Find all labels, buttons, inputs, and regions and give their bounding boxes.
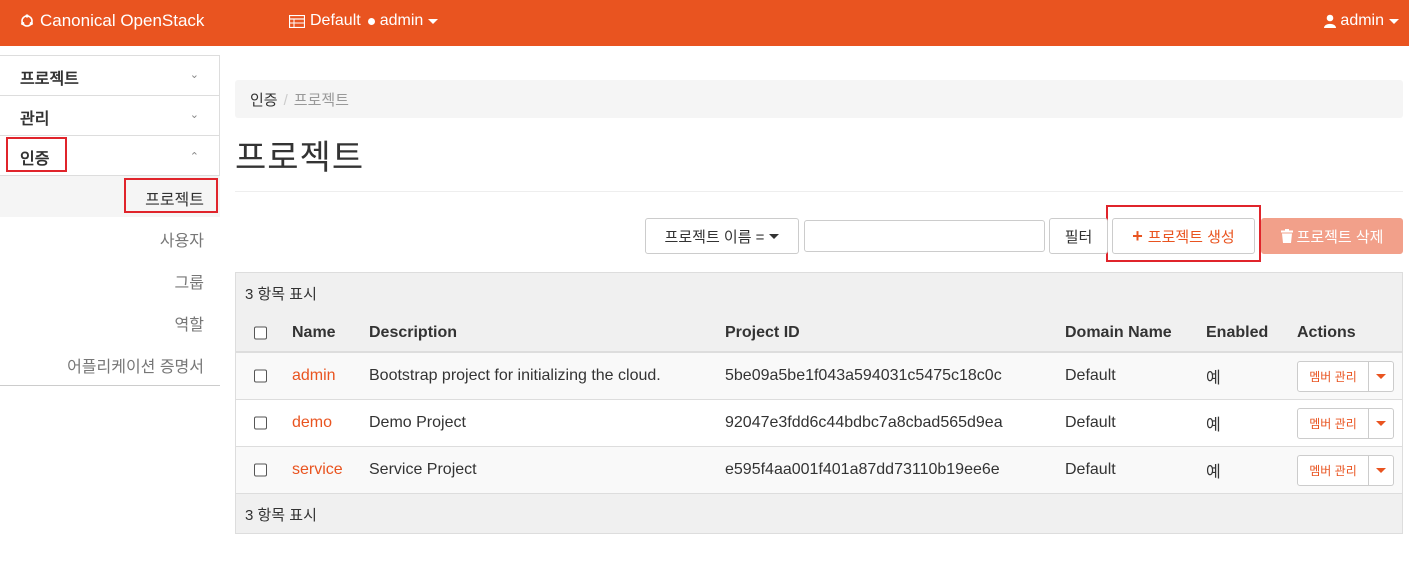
table-row: demo Demo Project 92047e3fdd6c44bdbc7a8c… (236, 400, 1402, 447)
chevron-up-icon: ⌃ (189, 151, 199, 163)
project-name-link[interactable]: service (292, 461, 343, 479)
sidebar-item-application-credentials[interactable]: 어플리케이션 증명서 (0, 343, 220, 385)
context-separator-dot (367, 17, 375, 25)
table-row: service Service Project e595f4aa001f401a… (236, 447, 1402, 494)
top-navbar: Canonical OpenStack Default admin admin (0, 0, 1409, 46)
breadcrumb-separator: / (283, 92, 288, 109)
project-enabled: 예 (1206, 370, 1221, 387)
row-checkbox[interactable] (254, 369, 267, 383)
sidebar-panel-label: 관리 (20, 111, 50, 128)
column-header-actions: Actions (1297, 324, 1356, 342)
row-actions-dropdown[interactable] (1369, 408, 1394, 439)
select-all-checkbox[interactable] (254, 326, 267, 340)
row-actions: 멤버 관리 (1297, 455, 1394, 486)
chevron-down-icon: ⌄ (189, 69, 199, 81)
breadcrumb-identity[interactable]: 인증 (250, 92, 278, 109)
caret-down-icon (428, 18, 439, 24)
project-enabled: 예 (1206, 417, 1221, 434)
sidebar-item-groups[interactable]: 그룹 (0, 259, 220, 301)
project-domain: Default (1065, 461, 1116, 478)
table-icon (289, 14, 305, 28)
page-title: 프로젝트 (235, 139, 365, 177)
project-id: 92047e3fdd6c44bdbc7a8cbad565d9ea (725, 414, 1003, 431)
caret-down-icon (769, 233, 780, 239)
row-actions-dropdown[interactable] (1369, 455, 1394, 486)
table-row: admin Bootstrap project for initializing… (236, 353, 1402, 400)
caret-down-icon (1376, 374, 1386, 379)
project-enabled: 예 (1206, 464, 1221, 481)
user-icon (1324, 14, 1337, 28)
row-actions: 멤버 관리 (1297, 361, 1394, 392)
project-id: 5be09a5be1f043a594031c5475c18c0c (725, 367, 1002, 384)
filter-field-label: 프로젝트 이름 = (664, 228, 765, 246)
context-project: admin (379, 12, 424, 29)
breadcrumb: 인증 / 프로젝트 (235, 80, 1403, 118)
row-checkbox[interactable] (254, 463, 267, 477)
manage-members-button[interactable]: 멤버 관리 (1297, 361, 1369, 392)
user-menu-dropdown[interactable]: admin (1324, 12, 1399, 30)
create-project-button[interactable]: + 프로젝트 생성 (1112, 218, 1255, 254)
item-count: 3 항목 표시 (236, 273, 1402, 309)
project-domain: Default (1065, 414, 1116, 431)
create-project-label: 프로젝트 생성 (1147, 228, 1235, 246)
caret-down-icon (1376, 468, 1386, 473)
chevron-down-icon: ⌄ (189, 109, 199, 121)
project-description: Demo Project (369, 414, 466, 431)
sidebar-panel-project[interactable]: 프로젝트 ⌄ (0, 55, 220, 95)
sidebar-panel-admin[interactable]: 관리 ⌄ (0, 95, 220, 135)
title-divider (235, 191, 1403, 192)
context-domain: Default (310, 12, 361, 29)
delete-projects-button[interactable]: 프로젝트 삭제 (1261, 218, 1403, 254)
ubuntu-logo-icon (21, 14, 33, 27)
project-domain: Default (1065, 367, 1116, 384)
brand-name: Canonical OpenStack (40, 11, 205, 30)
filter-input[interactable] (804, 220, 1045, 252)
row-checkbox[interactable] (254, 416, 267, 430)
project-description: Service Project (369, 461, 477, 478)
sidebar-item-roles[interactable]: 역할 (0, 301, 220, 343)
sidebar-panel-label: 프로젝트 (20, 71, 79, 88)
column-header-description[interactable]: Description (369, 324, 457, 342)
projects-table: 3 항목 표시 Name Description Project ID Doma… (235, 272, 1403, 534)
plus-icon: + (1132, 225, 1143, 246)
sidebar-panel-identity[interactable]: 인증 ⌃ (0, 135, 220, 175)
row-actions-dropdown[interactable] (1369, 361, 1394, 392)
column-header-enabled[interactable]: Enabled (1206, 324, 1268, 342)
delete-projects-label: 프로젝트 삭제 (1296, 228, 1384, 246)
manage-members-button[interactable]: 멤버 관리 (1297, 455, 1369, 486)
table-header: Name Description Project ID Domain Name … (236, 309, 1402, 353)
sidebar-nav: 프로젝트 ⌄ 관리 ⌄ 인증 ⌃ 프로젝트 사용자 그룹 역할 어플리케이션 증… (0, 55, 220, 386)
filter-button[interactable]: 필터 (1049, 218, 1108, 254)
column-header-project-id[interactable]: Project ID (725, 324, 800, 342)
user-name: admin (1340, 12, 1384, 29)
sidebar-divider (0, 385, 220, 386)
column-header-domain-name[interactable]: Domain Name (1065, 324, 1172, 342)
sidebar-item-users[interactable]: 사용자 (0, 217, 220, 259)
sidebar-panel-label: 인증 (20, 151, 50, 168)
breadcrumb-current: 프로젝트 (293, 92, 349, 109)
trash-icon (1280, 229, 1293, 243)
project-id: e595f4aa001f401a87dd73110b19ee6e (725, 461, 1000, 478)
caret-down-icon (1389, 18, 1399, 24)
project-name-link[interactable]: demo (292, 414, 332, 432)
filter-field-select[interactable]: 프로젝트 이름 = (645, 218, 799, 254)
row-actions: 멤버 관리 (1297, 408, 1394, 439)
manage-members-button[interactable]: 멤버 관리 (1297, 408, 1369, 439)
caret-down-icon (1376, 421, 1386, 426)
item-count-footer: 3 항목 표시 (236, 494, 1402, 533)
brand-logo[interactable]: Canonical OpenStack (20, 11, 204, 31)
project-description: Bootstrap project for initializing the c… (369, 367, 661, 384)
column-header-name[interactable]: Name (292, 324, 336, 342)
project-context-dropdown[interactable]: Default admin (289, 12, 439, 30)
project-name-link[interactable]: admin (292, 367, 336, 385)
sidebar-item-projects[interactable]: 프로젝트 (0, 175, 220, 217)
